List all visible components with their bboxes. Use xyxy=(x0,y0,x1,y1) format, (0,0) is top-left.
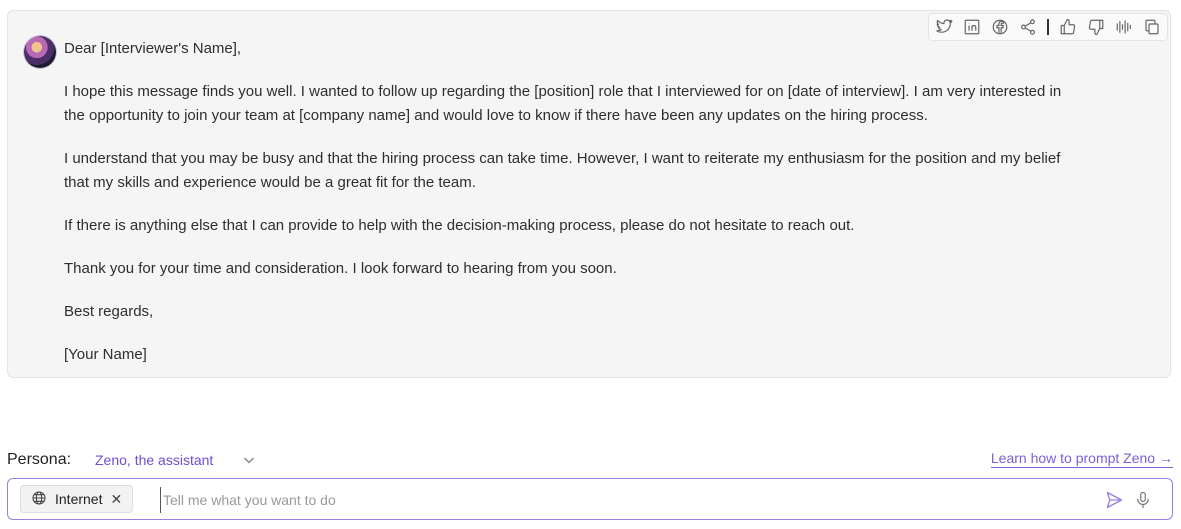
learn-prompt-link[interactable]: Learn how to prompt Zeno → xyxy=(990,450,1173,468)
twitter-icon[interactable] xyxy=(935,18,953,36)
prompt-bar: Internet ✕ xyxy=(7,478,1173,520)
chevron-down-icon[interactable] xyxy=(241,452,257,468)
assistant-avatar xyxy=(24,36,56,68)
internet-chip-label: Internet xyxy=(55,491,103,507)
assistant-message-card: Dear [Interviewer's Name], I hope this m… xyxy=(7,10,1171,378)
persona-row: Persona: Zeno, the assistant Learn how t… xyxy=(7,448,1173,472)
message-paragraph: I hope this message finds you well. I wa… xyxy=(64,83,1062,124)
microphone-icon[interactable] xyxy=(1134,490,1152,510)
message-paragraph: Thank you for your time and consideratio… xyxy=(64,260,617,277)
toolbar-divider xyxy=(1047,19,1049,35)
message-signoff: Best regards, xyxy=(64,303,154,320)
message-paragraph: I understand that you may be busy and th… xyxy=(64,150,1061,191)
thumbs-up-icon[interactable] xyxy=(1059,18,1077,36)
share-icon[interactable] xyxy=(1019,18,1037,36)
send-icon[interactable] xyxy=(1104,490,1124,510)
close-icon[interactable]: ✕ xyxy=(110,492,122,506)
persona-label: Persona: xyxy=(7,451,72,468)
thumbs-down-icon[interactable] xyxy=(1087,18,1105,36)
internet-chip[interactable]: Internet ✕ xyxy=(20,485,134,513)
message-body: Dear [Interviewer's Name], I hope this m… xyxy=(64,37,1064,386)
copy-icon[interactable] xyxy=(1143,18,1161,36)
message-signature: [Your Name] xyxy=(64,346,147,363)
persona-select[interactable]: Zeno, the assistant xyxy=(95,452,213,468)
message-greeting: Dear [Interviewer's Name], xyxy=(64,40,242,57)
facebook-icon[interactable] xyxy=(991,18,1009,36)
globe-icon xyxy=(31,490,47,509)
linkedin-icon[interactable] xyxy=(963,18,981,36)
audio-wave-icon[interactable] xyxy=(1115,18,1133,36)
prompt-input[interactable] xyxy=(160,487,1085,513)
message-paragraph: If there is anything else that I can pro… xyxy=(64,217,855,234)
